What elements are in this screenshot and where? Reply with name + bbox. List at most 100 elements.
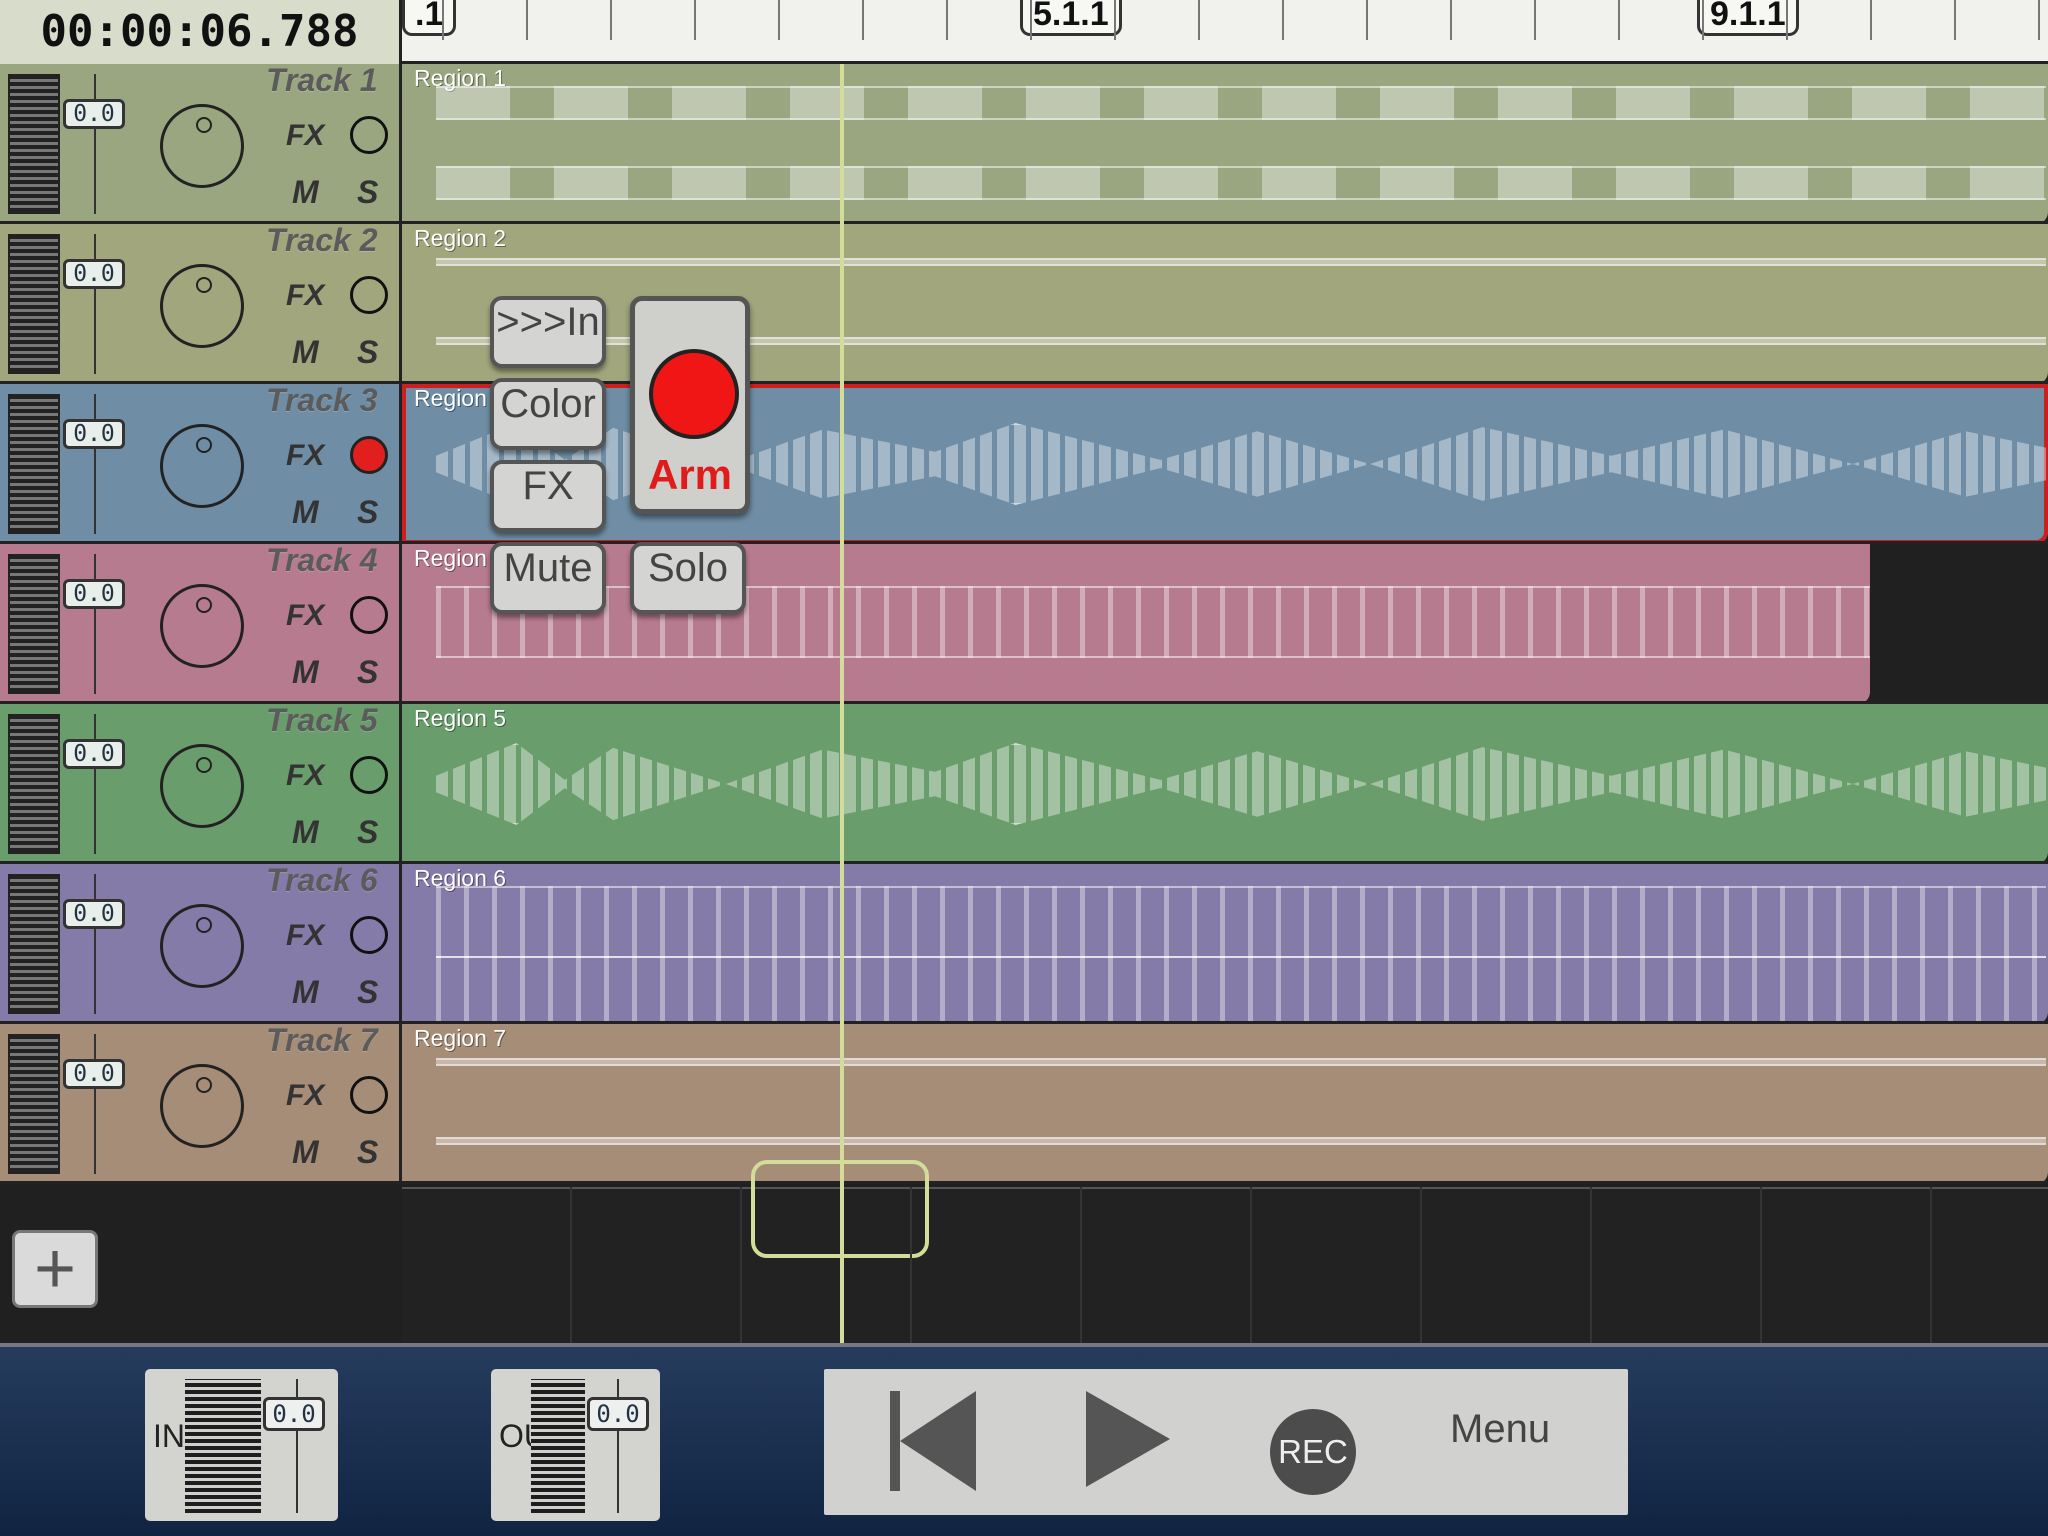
track-name: Track 6	[266, 864, 378, 898]
track-fx-button[interactable]: FX	[286, 759, 324, 793]
track-fx-button[interactable]: FX	[286, 279, 324, 313]
color-button[interactable]: Color	[490, 378, 606, 450]
track-mute-button[interactable]: M	[292, 814, 319, 851]
playhead[interactable]	[840, 64, 844, 1344]
track-row: 0.0 Track 7 FX M S Region 7	[0, 1024, 2048, 1184]
track-header[interactable]: 0.0 Track 3 FX M S	[0, 384, 402, 541]
track-volume-value[interactable]: 0.0	[63, 899, 125, 929]
track-volume-fader[interactable]	[94, 74, 96, 214]
record-arm-icon[interactable]	[350, 436, 388, 474]
record-arm-icon[interactable]	[350, 916, 388, 954]
track-name: Track 7	[266, 1024, 378, 1058]
ruler-tick	[1450, 0, 1452, 40]
ruler-tick	[2038, 0, 2040, 40]
track-solo-button[interactable]: S	[357, 494, 378, 531]
input-label: IN	[153, 1418, 185, 1454]
timeline-ruler[interactable]: .1 5.1.1 9.1.1	[402, 0, 2048, 64]
track-header[interactable]: 0.0 Track 6 FX M S	[0, 864, 402, 1021]
track-solo-button[interactable]: S	[357, 814, 378, 851]
track-volume-fader[interactable]	[94, 394, 96, 534]
playhead-handle[interactable]	[751, 1160, 929, 1258]
rewind-button[interactable]	[890, 1391, 976, 1491]
pan-knob[interactable]	[160, 744, 244, 828]
audio-region[interactable]: Region	[402, 544, 1870, 701]
track-header[interactable]: 0.0 Track 4 FX M S	[0, 544, 402, 701]
track-header[interactable]: 0.0 Track 1 FX M S	[0, 64, 402, 221]
grid-line	[1590, 1187, 1592, 1343]
ruler-tick	[1030, 0, 1032, 40]
record-arm-icon[interactable]	[350, 276, 388, 314]
track-solo-button[interactable]: S	[357, 654, 378, 691]
track-volume-fader[interactable]	[94, 234, 96, 374]
track-header[interactable]: 0.0 Track 7 FX M S	[0, 1024, 402, 1181]
track-volume-fader[interactable]	[94, 554, 96, 694]
track-volume-fader[interactable]	[94, 714, 96, 854]
input-button[interactable]: >>>In	[490, 296, 606, 368]
track-fx-button[interactable]: FX	[286, 119, 324, 153]
record-arm-icon[interactable]	[350, 756, 388, 794]
track-volume-value[interactable]: 0.0	[63, 99, 125, 129]
ruler-tick	[1618, 0, 1620, 40]
record-arm-icon[interactable]	[350, 1076, 388, 1114]
track-mute-button[interactable]: M	[292, 974, 319, 1011]
waveform	[436, 956, 2046, 1021]
solo-button[interactable]: Solo	[630, 542, 746, 614]
track-header[interactable]: 0.0 Track 5 FX M S	[0, 704, 402, 861]
add-track-button[interactable]: +	[12, 1230, 98, 1308]
audio-region[interactable]: Region 7	[402, 1024, 2048, 1181]
track-volume-value[interactable]: 0.0	[63, 259, 125, 289]
track-fx-button[interactable]: FX	[286, 1079, 324, 1113]
mute-button[interactable]: Mute	[490, 542, 606, 614]
track-fx-button[interactable]: FX	[490, 460, 606, 532]
arm-button[interactable]: Arm	[630, 296, 750, 514]
pan-knob[interactable]	[160, 264, 244, 348]
track-solo-button[interactable]: S	[357, 974, 378, 1011]
pan-knob[interactable]	[160, 584, 244, 668]
output-meter-panel[interactable]: OUT 0.0	[491, 1369, 660, 1521]
menu-button[interactable]: Menu	[1450, 1407, 1550, 1452]
ruler-tick	[1786, 0, 1788, 40]
input-level-meter	[185, 1379, 261, 1513]
rewind-bar-icon	[890, 1391, 900, 1491]
rewind-icon	[900, 1391, 976, 1491]
track-volume-fader[interactable]	[94, 874, 96, 1014]
output-volume-value[interactable]: 0.0	[587, 1397, 649, 1431]
pan-knob[interactable]	[160, 1064, 244, 1148]
audio-region[interactable]: Region 5	[402, 704, 2048, 861]
track-mute-button[interactable]: M	[292, 334, 319, 371]
track-mute-button[interactable]: M	[292, 654, 319, 691]
empty-timeline-area[interactable]	[402, 1187, 2048, 1343]
track-mute-button[interactable]: M	[292, 174, 319, 211]
track-solo-button[interactable]: S	[357, 334, 378, 371]
audio-region[interactable]: Region 6	[402, 864, 2048, 1021]
track-volume-value[interactable]: 0.0	[63, 419, 125, 449]
track-header[interactable]: 0.0 Track 2 FX M S	[0, 224, 402, 381]
track-mute-button[interactable]: M	[292, 494, 319, 531]
ruler-tick	[1282, 0, 1284, 40]
waveform	[436, 86, 2046, 120]
track-solo-button[interactable]: S	[357, 174, 378, 211]
grid-line	[910, 1187, 912, 1343]
play-button[interactable]	[1086, 1391, 1170, 1487]
ruler-tick	[946, 0, 948, 40]
pan-knob[interactable]	[160, 104, 244, 188]
track-volume-value[interactable]: 0.0	[63, 579, 125, 609]
ruler-tick	[1534, 0, 1536, 40]
track-fx-button[interactable]: FX	[286, 599, 324, 633]
input-volume-value[interactable]: 0.0	[263, 1397, 325, 1431]
record-arm-icon[interactable]	[350, 116, 388, 154]
track-level-meter	[8, 554, 60, 694]
input-meter-panel[interactable]: IN 0.0	[145, 1369, 338, 1521]
pan-knob[interactable]	[160, 424, 244, 508]
track-solo-button[interactable]: S	[357, 1134, 378, 1171]
track-volume-fader[interactable]	[94, 1034, 96, 1174]
track-fx-button[interactable]: FX	[286, 439, 324, 473]
track-mute-button[interactable]: M	[292, 1134, 319, 1171]
track-volume-value[interactable]: 0.0	[63, 739, 125, 769]
track-volume-value[interactable]: 0.0	[63, 1059, 125, 1089]
record-arm-icon[interactable]	[350, 596, 388, 634]
pan-knob[interactable]	[160, 904, 244, 988]
record-button[interactable]: REC	[1270, 1409, 1356, 1495]
track-fx-button[interactable]: FX	[286, 919, 324, 953]
audio-region[interactable]: Region 1	[402, 64, 2048, 221]
